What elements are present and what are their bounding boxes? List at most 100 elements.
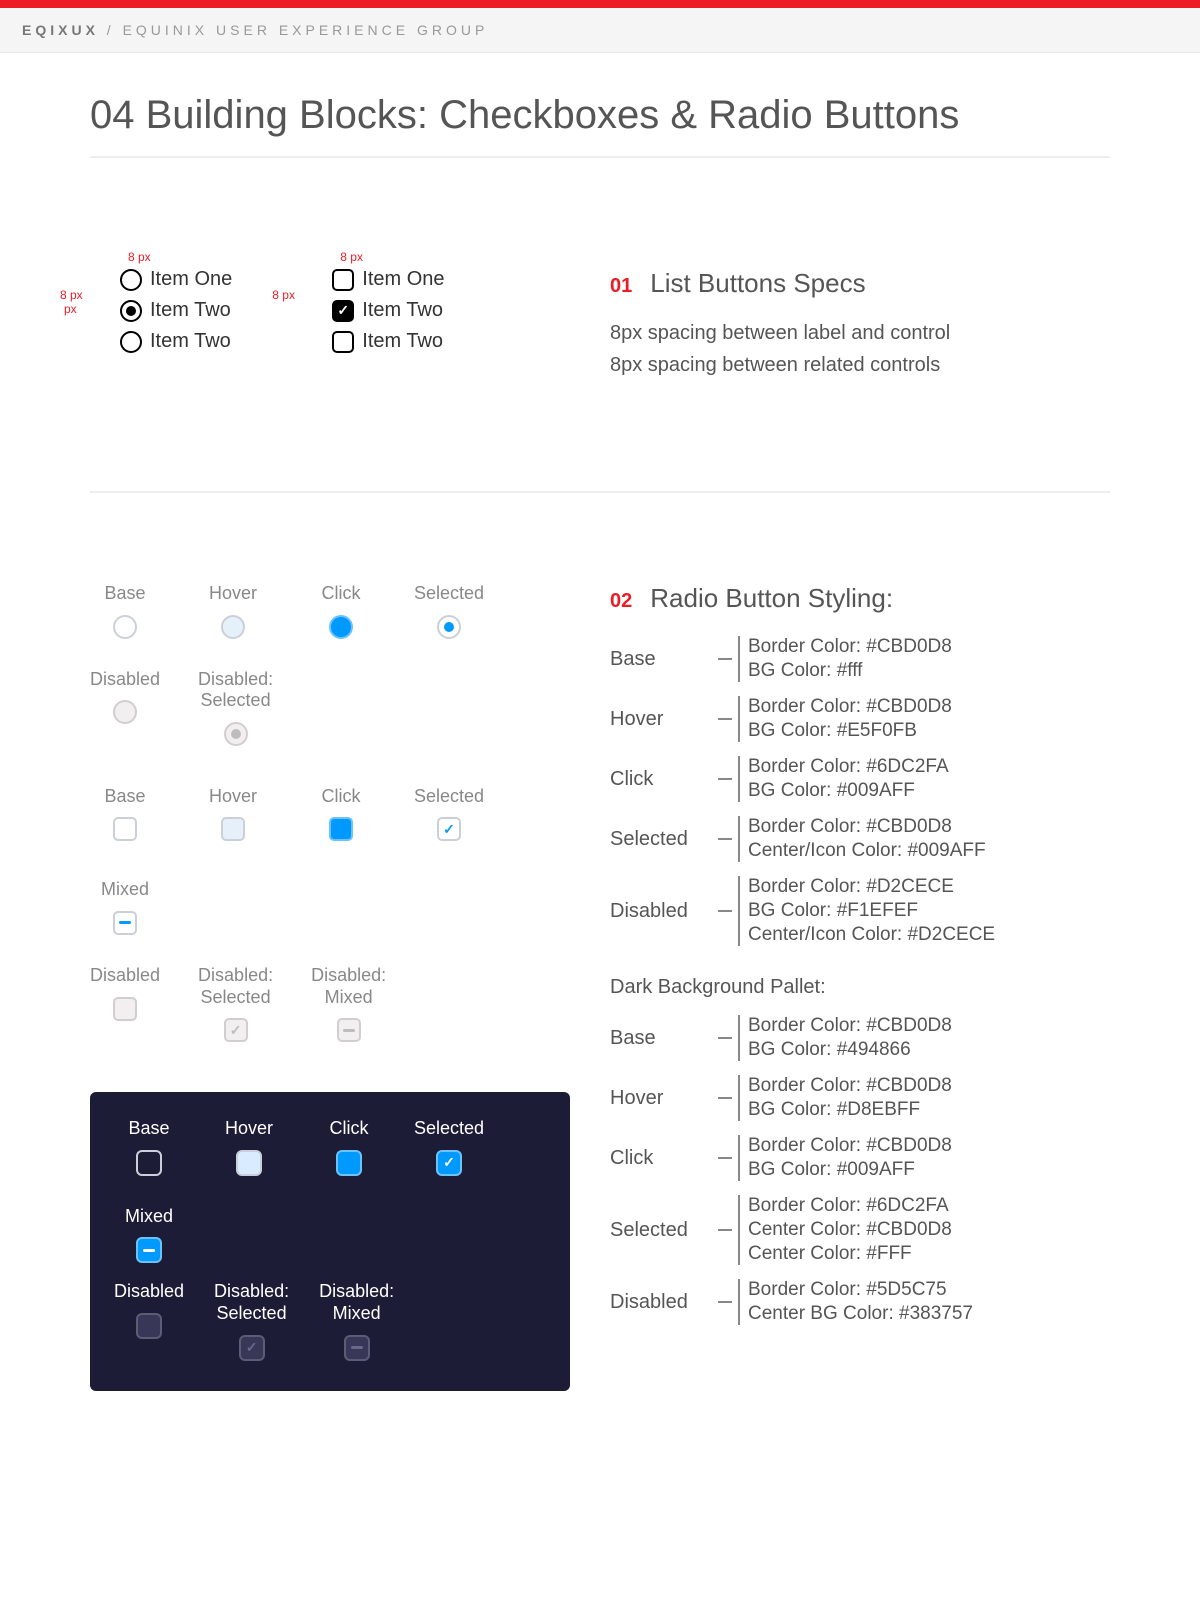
spec-row: DisabledBorder Color: #5D5C75Center BG C… (610, 1275, 1110, 1329)
spec-line: BG Color: #E5F0FB (748, 720, 952, 742)
spec-state-name: Click (610, 1131, 710, 1185)
brace-icon (718, 752, 740, 806)
checkbox-row[interactable]: Item Two (332, 299, 444, 322)
section-list-buttons: 8 px 8 px px Item One Item Two Item Two (90, 268, 1110, 381)
spec-state-name: Base (610, 632, 710, 686)
radio-unchecked-icon[interactable] (120, 269, 142, 291)
spec-line: BG Color: #494866 (748, 1039, 952, 1061)
spec-line: Center/Icon Color: #009AFF (748, 840, 986, 862)
spec-line: BG Color: #D8EBFF (748, 1099, 952, 1121)
checkbox-unchecked-icon[interactable] (332, 269, 354, 291)
spec-lines: Border Color: #CBD0D8BG Color: #E5F0FB (748, 692, 952, 746)
checkbox-selected[interactable] (437, 817, 461, 841)
anno-8px-horiz: 8 px (340, 250, 363, 264)
spec-row: HoverBorder Color: #CBD0D8BG Color: #D8E… (610, 1071, 1110, 1125)
checkbox-unchecked-icon[interactable] (332, 331, 354, 353)
spec-row: Selected Border Color: #6DC2FACenter Colo… (610, 1191, 1110, 1269)
divider (90, 491, 1110, 493)
dark-checkbox-selected[interactable] (436, 1150, 462, 1176)
spec-line: Center Color: #FFF (748, 1243, 952, 1265)
spec-line: Border Color: #CBD0D8 (748, 816, 986, 838)
radio-disabled (113, 700, 137, 724)
spec-row: DisabledBorder Color: #D2CECEBG Color: #… (610, 872, 1110, 950)
checkbox-hover[interactable] (221, 817, 245, 841)
spec-line: BG Color: #fff (748, 660, 952, 682)
dark-checkbox-base[interactable] (136, 1150, 162, 1176)
brace-icon (718, 632, 740, 686)
radio-selected[interactable] (437, 615, 461, 639)
spec-state-name: Disabled (610, 1275, 710, 1329)
spec-line: Border Color: #CBD0D8 (748, 1075, 952, 1097)
spec-row: BaseBorder Color: #CBD0D8BG Color: #4948… (610, 1011, 1110, 1065)
radio-unchecked-icon[interactable] (120, 331, 142, 353)
brand-sub: EQUINIX USER EXPERIENCE GROUP (123, 22, 489, 38)
brace-icon (718, 872, 740, 950)
brand-name: EQIXUX (22, 22, 99, 38)
checkbox-row[interactable]: Item One (332, 268, 444, 291)
spec-state-name: Click (610, 752, 710, 806)
dark-checkbox-mixed[interactable] (136, 1237, 162, 1263)
checkbox-mixed[interactable] (113, 911, 137, 935)
spec-row: HoverBorder Color: #CBD0D8BG Color: #E5F… (610, 692, 1110, 746)
checkbox-states-grid: Base Hover Click Selected Mixed (90, 786, 570, 935)
spec-line: BG Color: #009AFF (748, 780, 949, 802)
radio-row[interactable]: Item Two (120, 299, 232, 322)
dark-checkbox-disabled-selected (239, 1335, 265, 1361)
radio-row[interactable]: Item Two (120, 330, 232, 353)
spec-line: Border Color: #CBD0D8 (748, 636, 952, 658)
checkbox-disabled-mixed (337, 1018, 361, 1042)
checkbox-base[interactable] (113, 817, 137, 841)
checkbox-click[interactable] (329, 817, 353, 841)
page-title: 04 Building Blocks: Checkboxes & Radio B… (90, 93, 1110, 158)
checkbox-demo-list: 8 px 8 px Item One Item Two Item Two (302, 268, 444, 353)
dark-pallet-heading: Dark Background Pallet: (610, 976, 1110, 999)
dark-checkbox-hover[interactable] (236, 1150, 262, 1176)
dark-checkbox-disabled (136, 1313, 162, 1339)
brace-icon (718, 1131, 740, 1185)
spec-text: 8px spacing between label and control (610, 317, 1110, 349)
brace-icon (718, 1071, 740, 1125)
dark-checkbox-click[interactable] (336, 1150, 362, 1176)
spec-row: Click Border Color: #6DC2FABG Color: #009… (610, 752, 1110, 806)
section-number: 02 (610, 590, 632, 613)
section-title: List Buttons Specs (650, 268, 865, 299)
spec-row: Click Border Color: #CBD0D8BG Color: #009… (610, 1131, 1110, 1185)
brace-icon (718, 1191, 740, 1269)
radio-row[interactable]: Item One (120, 268, 232, 291)
breadcrumb: EQIXUX / EQUINIX USER EXPERIENCE GROUP (0, 8, 1200, 53)
anno-8px-horiz: 8 px (128, 250, 151, 264)
radio-hover[interactable] (221, 615, 245, 639)
radio-checked-icon[interactable] (120, 300, 142, 322)
dark-specs: BaseBorder Color: #CBD0D8BG Color: #4948… (610, 1011, 1110, 1329)
spec-line: Border Color: #CBD0D8 (748, 1135, 952, 1157)
radio-click[interactable] (329, 615, 353, 639)
spec-line: Border Color: #D2CECE (748, 876, 995, 898)
spec-state-name: Selected (610, 1191, 710, 1269)
section-title: Radio Button Styling: (650, 583, 893, 614)
spec-lines: Border Color: #6DC2FABG Color: #009AFF (748, 752, 949, 806)
checkbox-disabled-grid: Disabled Disabled: Selected Disabled: Mi… (90, 965, 570, 1042)
radio-disabled-grid: Disabled Disabled: Selected (90, 669, 570, 746)
radio-base[interactable] (113, 615, 137, 639)
spec-lines: Border Color: #CBD0D8BG Color: #494866 (748, 1011, 952, 1065)
checkbox-checked-icon[interactable] (332, 300, 354, 322)
spec-lines: Border Color: #6DC2FACenter Color: #CBD0… (748, 1191, 952, 1269)
brace-icon (718, 812, 740, 866)
spec-line: BG Color: #009AFF (748, 1159, 952, 1181)
radio-disabled-selected (224, 722, 248, 746)
spec-line: Center/Icon Color: #D2CECE (748, 924, 995, 946)
spec-text: 8px spacing between related controls (610, 349, 1110, 381)
spec-line: Border Color: #CBD0D8 (748, 696, 952, 718)
brace-icon (718, 1275, 740, 1329)
dark-background-panel: Base Hover Click Selected Mixed Disabled… (90, 1092, 570, 1390)
spec-line: Border Color: #CBD0D8 (748, 1015, 952, 1037)
spec-line: BG Color: #F1EFEF (748, 900, 995, 922)
spec-lines: Border Color: #CBD0D8BG Color: #009AFF (748, 1131, 952, 1185)
brace-icon (718, 1011, 740, 1065)
checkbox-row[interactable]: Item Two (332, 330, 444, 353)
spec-state-name: Selected (610, 812, 710, 866)
dark-checkbox-disabled-mixed (344, 1335, 370, 1361)
spec-lines: Border Color: #D2CECEBG Color: #F1EFEFCe… (748, 872, 995, 950)
anno-8px-vert: 8 px (60, 288, 83, 302)
spec-lines: Border Color: #CBD0D8BG Color: #D8EBFF (748, 1071, 952, 1125)
